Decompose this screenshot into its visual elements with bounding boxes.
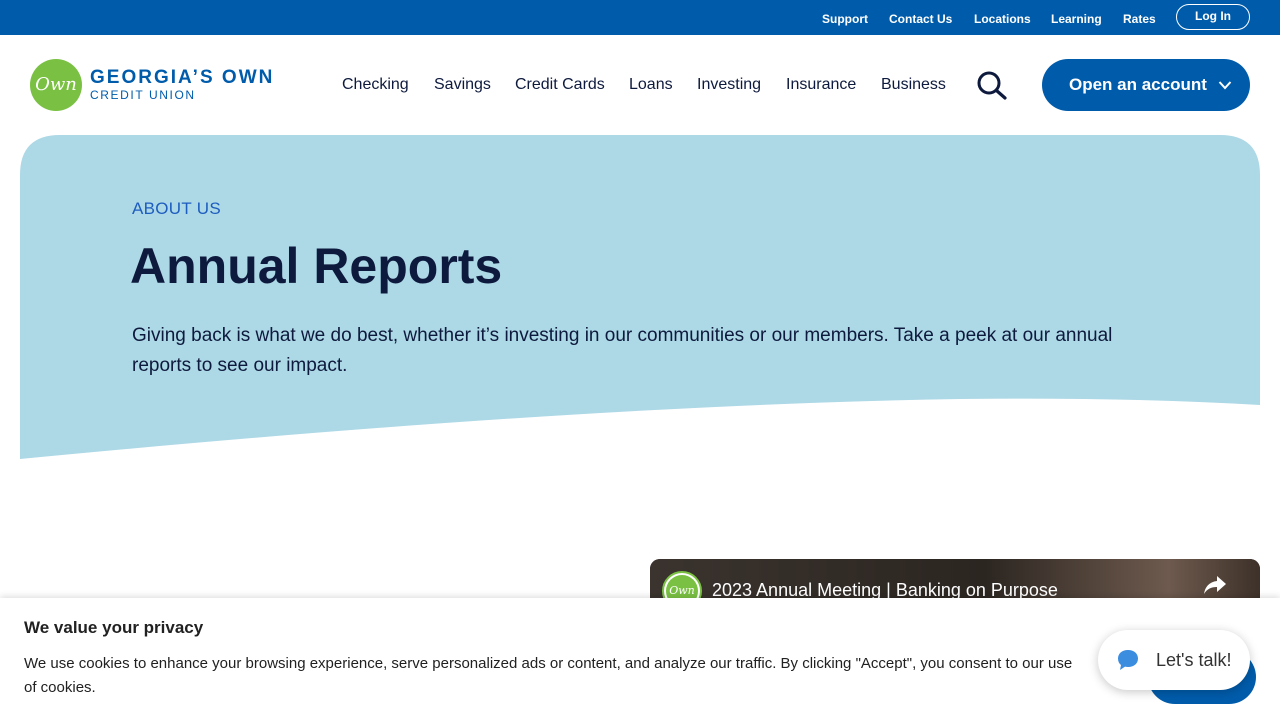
logo[interactable]: Own GEORGIA’S OWN CREDIT UNION — [30, 59, 275, 111]
login-button[interactable]: Log In — [1176, 4, 1250, 30]
hero-eyebrow: ABOUT US — [132, 199, 221, 218]
nav-savings[interactable]: Savings — [434, 75, 491, 95]
nav-checking[interactable]: Checking — [342, 75, 409, 95]
cookie-banner-title: We value your privacy — [24, 618, 204, 637]
hero-section: ABOUT US Annual Reports Giving back is w… — [20, 135, 1260, 465]
chevron-down-icon — [1218, 81, 1232, 90]
nav-insurance[interactable]: Insurance — [786, 75, 856, 95]
utility-link-locations[interactable]: Locations — [974, 11, 1031, 27]
page-title: Annual Reports — [130, 238, 503, 294]
utility-link-learning[interactable]: Learning — [1051, 11, 1102, 27]
logo-mark: Own — [30, 59, 82, 111]
nav-investing[interactable]: Investing — [697, 75, 761, 95]
chat-label: Let's talk! — [1156, 650, 1232, 670]
cookie-banner: We value your privacy We use cookies to … — [0, 598, 1280, 720]
nav-business[interactable]: Business — [881, 75, 946, 95]
hero-background — [20, 135, 1260, 459]
share-icon[interactable] — [1202, 573, 1228, 597]
chat-bubble[interactable]: Let's talk! — [1098, 630, 1250, 690]
utility-link-rates[interactable]: Rates — [1123, 11, 1156, 27]
hero-description: Giving back is what we do best, whether … — [132, 325, 1113, 376]
logo-name: GEORGIA’S OWN — [90, 67, 275, 88]
utility-link-contact-us[interactable]: Contact Us — [889, 11, 952, 27]
utility-bar: Support Contact Us Locations Learning Ra… — [0, 0, 1280, 35]
logo-subtitle: CREDIT UNION — [90, 88, 196, 102]
open-account-label: Open an account — [1069, 75, 1207, 94]
chat-bubble-icon — [1118, 650, 1138, 670]
nav-loans[interactable]: Loans — [629, 75, 673, 95]
nav-credit-cards[interactable]: Credit Cards — [515, 75, 605, 95]
open-account-button[interactable]: Open an account — [1042, 59, 1250, 111]
cookie-banner-text: We use cookies to enhance your browsing … — [24, 655, 1073, 696]
search-icon[interactable] — [976, 70, 1008, 100]
utility-link-support[interactable]: Support — [822, 11, 868, 27]
